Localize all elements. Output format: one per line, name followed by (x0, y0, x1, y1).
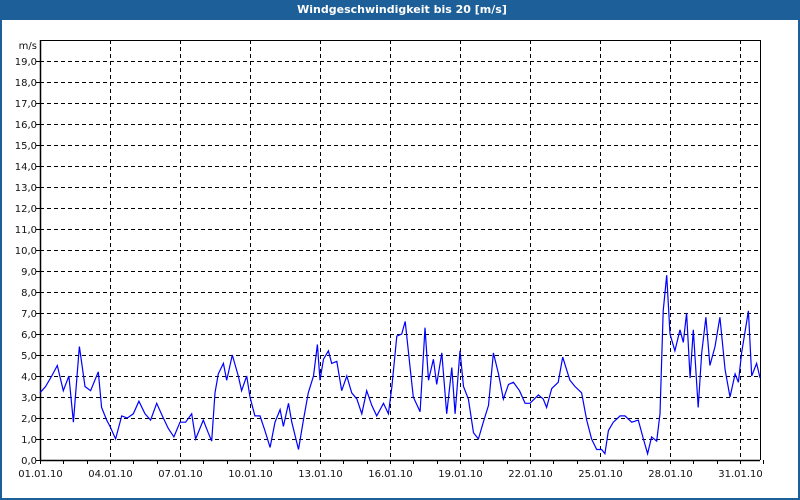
y-tick-label: 5,0 (21, 351, 37, 362)
y-tick-label: 8,0 (21, 288, 37, 299)
y-tick-label: 18,0 (15, 78, 37, 89)
y-tick-label: 2,0 (21, 414, 37, 425)
y-tick-label: 19,0 (15, 57, 37, 68)
x-tick-label: 22.01.10 (508, 469, 553, 480)
x-tick-label: 25.01.10 (578, 469, 623, 480)
x-tick-label: 10.01.10 (228, 469, 273, 480)
y-tick-label: 14,0 (15, 162, 37, 173)
y-tick-label: 12,0 (15, 204, 37, 215)
y-tick-label: 17,0 (15, 99, 37, 110)
y-tick-label: 13,0 (15, 183, 37, 194)
x-tick-label: 19.01.10 (438, 469, 483, 480)
y-tick-label: 0,0 (21, 456, 37, 467)
y-tick-label: 15,0 (15, 141, 37, 152)
y-tick-label: 9,0 (21, 267, 37, 278)
y-axis-unit-label: m/s (19, 41, 37, 52)
y-tick-label: 7,0 (21, 309, 37, 320)
y-tick-label: 11,0 (15, 225, 37, 236)
x-tick-label: 28.01.10 (648, 469, 693, 480)
x-tick-label: 13.01.10 (298, 469, 343, 480)
wind-speed-chart: m/s 0,0 1,0 2,0 3,0 4,0 5,0 6,0 7,0 8,0 9,0 10,0 11… (15, 40, 764, 480)
x-tick-label: 01.01.10 (18, 469, 63, 480)
wind-speed-series-line (39, 275, 761, 457)
y-tick-label: 1,0 (21, 435, 37, 446)
y-tick-label: 6,0 (21, 330, 37, 341)
x-tick-label: 07.01.10 (158, 469, 203, 480)
y-tick-label: 16,0 (15, 120, 37, 131)
x-tick-label: 04.01.10 (88, 469, 133, 480)
x-tick-label: 16.01.10 (368, 469, 413, 480)
y-tick-label: 3,0 (21, 393, 37, 404)
y-tick-label: 10,0 (15, 246, 37, 257)
y-tick-label: 4,0 (21, 372, 37, 383)
x-tick-label: 31.01.10 (718, 469, 763, 480)
